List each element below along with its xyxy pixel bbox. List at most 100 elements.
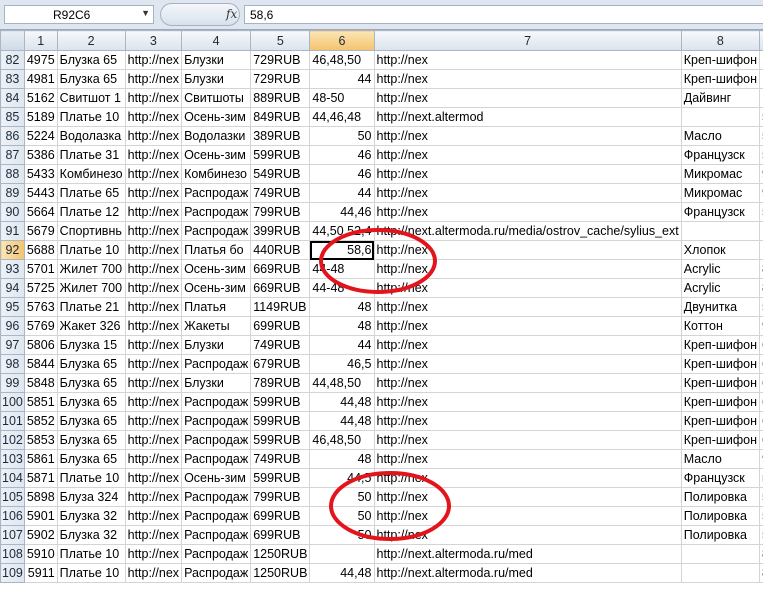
cell[interactable]: 5898 — [23, 487, 58, 507]
cell[interactable]: 88 см — [759, 544, 763, 564]
cell[interactable]: 95% полиэстер — [759, 449, 763, 469]
cell[interactable]: 44,48 — [309, 392, 375, 412]
cell[interactable]: Осень-зим — [181, 145, 252, 165]
cell[interactable]: 729RUB — [250, 50, 311, 70]
cell[interactable]: http://nex — [373, 259, 682, 279]
cell[interactable]: Распродаж — [181, 506, 252, 526]
cell[interactable]: Жакет 326 — [56, 316, 126, 336]
cell[interactable] — [759, 69, 763, 89]
cell[interactable]: Комбинезо — [181, 164, 252, 184]
row-header[interactable]: 83 — [0, 69, 25, 89]
cell[interactable]: 60 % полиэстер — [759, 430, 763, 450]
cell[interactable]: 789RUB — [250, 373, 311, 393]
column-header-8[interactable]: 8 — [680, 30, 761, 51]
cell[interactable]: 5871 — [23, 468, 58, 488]
cell[interactable]: Платье 10 — [56, 107, 126, 127]
cell[interactable]: http://nex — [124, 145, 183, 165]
cell[interactable]: Двунитка — [680, 297, 761, 317]
cell[interactable]: http://nex — [373, 202, 682, 222]
cell[interactable]: http://nex — [124, 202, 183, 222]
cell[interactable]: Блузки — [181, 335, 252, 355]
cell[interactable]: Микромас — [680, 183, 761, 203]
cell[interactable]: Блузка 32 — [56, 525, 126, 545]
cell[interactable]: 44 — [309, 69, 375, 89]
cell[interactable]: 5189 — [23, 107, 58, 127]
row-header[interactable]: 100 — [0, 392, 25, 412]
cell[interactable]: Платье 12 — [56, 202, 126, 222]
cell[interactable]: Свитшот 1 — [56, 88, 126, 108]
cell[interactable]: Распродаж — [181, 221, 252, 241]
cell[interactable]: 5853 — [23, 430, 58, 450]
cell[interactable]: 5763 — [23, 297, 58, 317]
cell[interactable]: Распродаж — [181, 392, 252, 412]
cell[interactable]: http://nex — [124, 107, 183, 127]
cell[interactable]: Блузка 65 — [56, 50, 126, 70]
cell[interactable]: http://next.altermoda.ru/med — [373, 544, 682, 564]
row-header[interactable]: 84 — [0, 88, 25, 108]
cell[interactable]: 440RUB — [250, 240, 311, 260]
cell[interactable]: Полировка — [680, 487, 761, 507]
cell[interactable]: 5848 — [23, 373, 58, 393]
cell[interactable]: 50% вискоза — [759, 107, 763, 127]
cell[interactable]: 5224 — [23, 126, 58, 146]
row-header[interactable]: 95 — [0, 297, 25, 317]
fx-icon[interactable]: fx — [226, 7, 237, 21]
row-header[interactable]: 82 — [0, 50, 25, 70]
cell[interactable]: 679RUB — [250, 354, 311, 374]
cell[interactable]: http://nex — [373, 487, 682, 507]
cell[interactable]: 4981 — [23, 69, 58, 89]
cell[interactable]: 50% вискоза, 50% полиэстер — [759, 202, 763, 222]
cell[interactable]: 389RUB — [250, 126, 311, 146]
cell[interactable]: Креп-шифон — [680, 430, 761, 450]
cell[interactable]: Блуза 324 — [56, 487, 126, 507]
cell[interactable]: 5386 — [23, 145, 58, 165]
cell[interactable]: Платье 10 — [56, 468, 126, 488]
cell[interactable]: 60 % полиэстер — [759, 335, 763, 355]
cell[interactable]: http://nex — [373, 69, 682, 89]
cell[interactable]: Платье 10 — [56, 544, 126, 564]
cell[interactable]: Блузка 65 — [56, 449, 126, 469]
cell[interactable]: http://nex — [124, 430, 183, 450]
cell[interactable]: 699RUB — [250, 506, 311, 526]
column-header-6[interactable]: 6 — [309, 30, 375, 51]
cell[interactable]: 4975 — [23, 50, 58, 70]
cell[interactable]: Платье 10 — [56, 240, 126, 260]
cell[interactable]: 100 % хлопок — [759, 240, 763, 260]
cell[interactable]: 44,48,50 — [309, 373, 375, 393]
cell[interactable]: Жилет 700 — [56, 278, 126, 298]
row-header[interactable]: 85 — [0, 107, 25, 127]
cell[interactable]: Жилет 700 — [56, 259, 126, 279]
row-header[interactable]: 94 — [0, 278, 25, 298]
cell[interactable]: http://nex — [124, 544, 183, 564]
cell[interactable]: 44,48 — [309, 411, 375, 431]
cell[interactable] — [759, 88, 763, 108]
cell[interactable]: Осень-зим — [181, 278, 252, 298]
cell[interactable]: http://next.altermoda.ru/med — [373, 563, 682, 583]
cell[interactable]: 5162 — [23, 88, 58, 108]
cell[interactable]: http://nex — [124, 240, 183, 260]
cell[interactable]: Комбинезо — [56, 164, 126, 184]
cell[interactable]: 799RUB — [250, 202, 311, 222]
cell[interactable]: 669RUB — [250, 259, 311, 279]
cell[interactable]: Свитшоты — [181, 88, 252, 108]
cell[interactable]: 5861 — [23, 449, 58, 469]
select-all-corner[interactable] — [0, 30, 25, 51]
cell[interactable]: http://nex — [124, 259, 183, 279]
cell[interactable] — [680, 107, 761, 127]
cell[interactable]: 5901 — [23, 506, 58, 526]
cell[interactable]: Блузки — [181, 373, 252, 393]
cell[interactable]: http://nex — [373, 430, 682, 450]
cell[interactable]: Блузка 65 — [56, 354, 126, 374]
cell[interactable]: Платья — [181, 297, 252, 317]
cell[interactable]: 1250RUB — [250, 563, 311, 583]
cell[interactable]: 50% хлопок, 50% полиэстер — [759, 297, 763, 317]
cell[interactable]: Водолазка — [56, 126, 126, 146]
cell[interactable]: http://nex — [373, 50, 682, 70]
row-header[interactable]: 102 — [0, 430, 25, 450]
cell[interactable]: Платье 10 — [56, 563, 126, 583]
cell[interactable]: 699RUB — [250, 316, 311, 336]
cell[interactable]: Креп-шифон — [680, 335, 761, 355]
cell[interactable]: Распродаж — [181, 354, 252, 374]
cell[interactable]: Acrylic — [680, 259, 761, 279]
cell[interactable]: http://nex — [124, 50, 183, 70]
